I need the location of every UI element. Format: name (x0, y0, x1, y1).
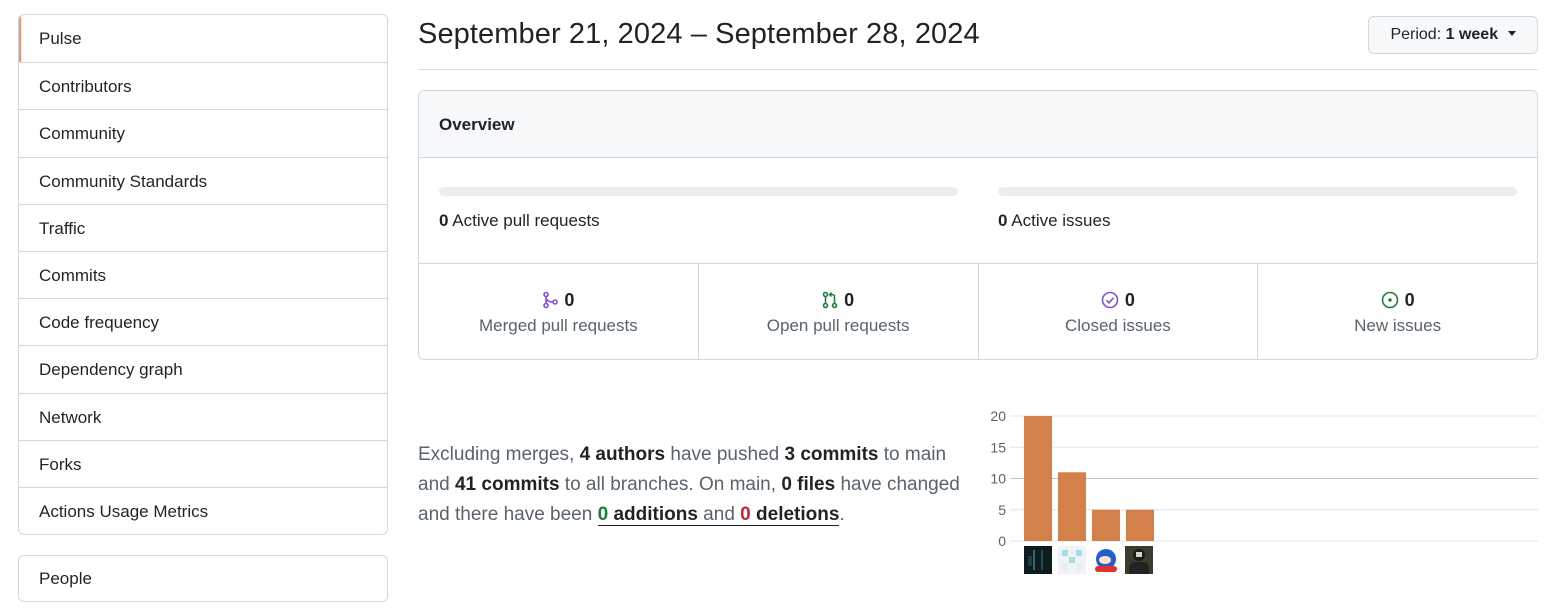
sidebar-item-dependency-graph[interactable]: Dependency graph (19, 345, 387, 392)
sidebar-item-network[interactable]: Network (19, 392, 387, 440)
stat-closed-issues[interactable]: 0 Closed issues (977, 264, 1258, 359)
summary-text-7: . (839, 504, 845, 525)
commit-bar[interactable] (1092, 509, 1120, 541)
sidebar-item-commits[interactable]: Commits (19, 250, 387, 298)
author-avatar-3[interactable] (1092, 546, 1120, 574)
page-title: September 21, 2024 – September 28, 2024 (418, 18, 980, 50)
open-prs-count: 0 (844, 290, 855, 310)
summary-commits-all: 41 commits (454, 474, 560, 495)
summary-authors: 4 authors (579, 444, 666, 465)
insights-sidebar: Pulse Contributors Community Community S… (18, 14, 388, 536)
commit-bar[interactable] (1024, 416, 1052, 541)
summary-text-6: and (697, 504, 741, 525)
active-prs-summary[interactable]: 0 Active pull requests (439, 211, 959, 231)
open-prs-label: Open pull requests (766, 316, 910, 335)
deletions-count: 0 (740, 504, 751, 525)
sidebar-item-community-standards[interactable]: Community Standards (19, 156, 387, 204)
overview-panel: Overview 0 Active pull requests 0 Active… (418, 90, 1538, 360)
summary-text-4: to all branches. On main, (559, 474, 782, 495)
overview-activity-row: 0 Active pull requests 0 Active issues (419, 158, 1537, 264)
summary-files: 0 files (781, 474, 836, 495)
merged-prs-count: 0 (564, 290, 575, 310)
closed-issues-count: 0 (1124, 290, 1135, 310)
active-issues-progress-bar (998, 187, 1517, 196)
stat-merged-prs[interactable]: 0 Merged pull requests (419, 264, 698, 359)
stat-open-prs[interactable]: 0 Open pull requests (697, 264, 978, 359)
active-issues-section: 0 Active issues (998, 158, 1518, 231)
new-issues-label: New issues (1354, 316, 1442, 335)
commit-bar[interactable] (1058, 472, 1086, 541)
merged-prs-label: Merged pull requests (478, 316, 638, 335)
sidebar-item-people[interactable]: People (18, 555, 388, 602)
additions-deletions-link[interactable]: 0 additions and 0 deletions (597, 504, 840, 526)
new-issue-icon (1381, 291, 1398, 309)
sidebar-item-code-frequency[interactable]: Code frequency (19, 298, 387, 345)
active-issues-label: Active issues (1011, 211, 1111, 230)
closed-issue-icon (1101, 291, 1119, 309)
deletions-label: deletions (750, 504, 840, 525)
additions-count: 0 (597, 504, 609, 525)
commits-by-author-chart: 0 5 10 15 20 (980, 400, 1540, 585)
active-prs-section: 0 Active pull requests (439, 158, 959, 231)
sidebar-item-contributors[interactable]: Contributors (19, 62, 387, 109)
closed-issues-label: Closed issues (1064, 316, 1171, 335)
overview-title: Overview (419, 91, 1537, 158)
additions-label: additions (608, 504, 698, 525)
y-tick-label: 5 (998, 502, 1006, 518)
header-divider (418, 69, 1538, 70)
summary-commits-main: 3 commits (784, 444, 879, 465)
summary-text-1: Excluding merges, (418, 444, 580, 465)
author-avatar-2[interactable] (1058, 546, 1086, 574)
new-issues-count: 0 (1404, 290, 1415, 310)
active-prs-label: Active pull requests (452, 211, 600, 230)
period-label: Period: (1390, 26, 1442, 43)
caret-down-icon (1507, 31, 1516, 37)
sidebar-item-traffic[interactable]: Traffic (19, 203, 387, 251)
y-tick-label: 10 (990, 471, 1006, 487)
active-prs-count: 0 (439, 211, 449, 230)
summary-text-2: have pushed (665, 444, 785, 465)
active-issues-summary[interactable]: 0 Active issues (998, 211, 1518, 231)
active-issues-count: 0 (998, 211, 1008, 230)
y-tick-label: 15 (990, 439, 1006, 455)
period-value: 1 week (1445, 26, 1499, 43)
merged-pr-icon (543, 291, 559, 309)
stat-new-issues[interactable]: 0 New issues (1257, 264, 1537, 359)
overview-stats: 0 Merged pull requests 0 Open pull reque… (419, 264, 1537, 359)
sidebar-item-forks[interactable]: Forks (19, 439, 387, 487)
sidebar-item-pulse[interactable]: Pulse (19, 15, 387, 63)
author-avatar-1[interactable] (1024, 546, 1052, 574)
sidebar-item-actions-usage-metrics[interactable]: Actions Usage Metrics (19, 486, 387, 534)
open-pr-icon (822, 291, 838, 309)
y-tick-label: 0 (998, 533, 1006, 549)
author-avatar-4[interactable] (1125, 546, 1153, 574)
sidebar-item-community[interactable]: Community (19, 109, 387, 156)
period-dropdown-button[interactable]: Period: 1 week (1368, 16, 1538, 54)
commit-summary: Excluding merges, 4 authors have pushed … (418, 440, 978, 530)
y-tick-label: 20 (990, 408, 1006, 424)
active-prs-progress-bar (439, 187, 958, 196)
commit-bar[interactable] (1126, 509, 1154, 541)
